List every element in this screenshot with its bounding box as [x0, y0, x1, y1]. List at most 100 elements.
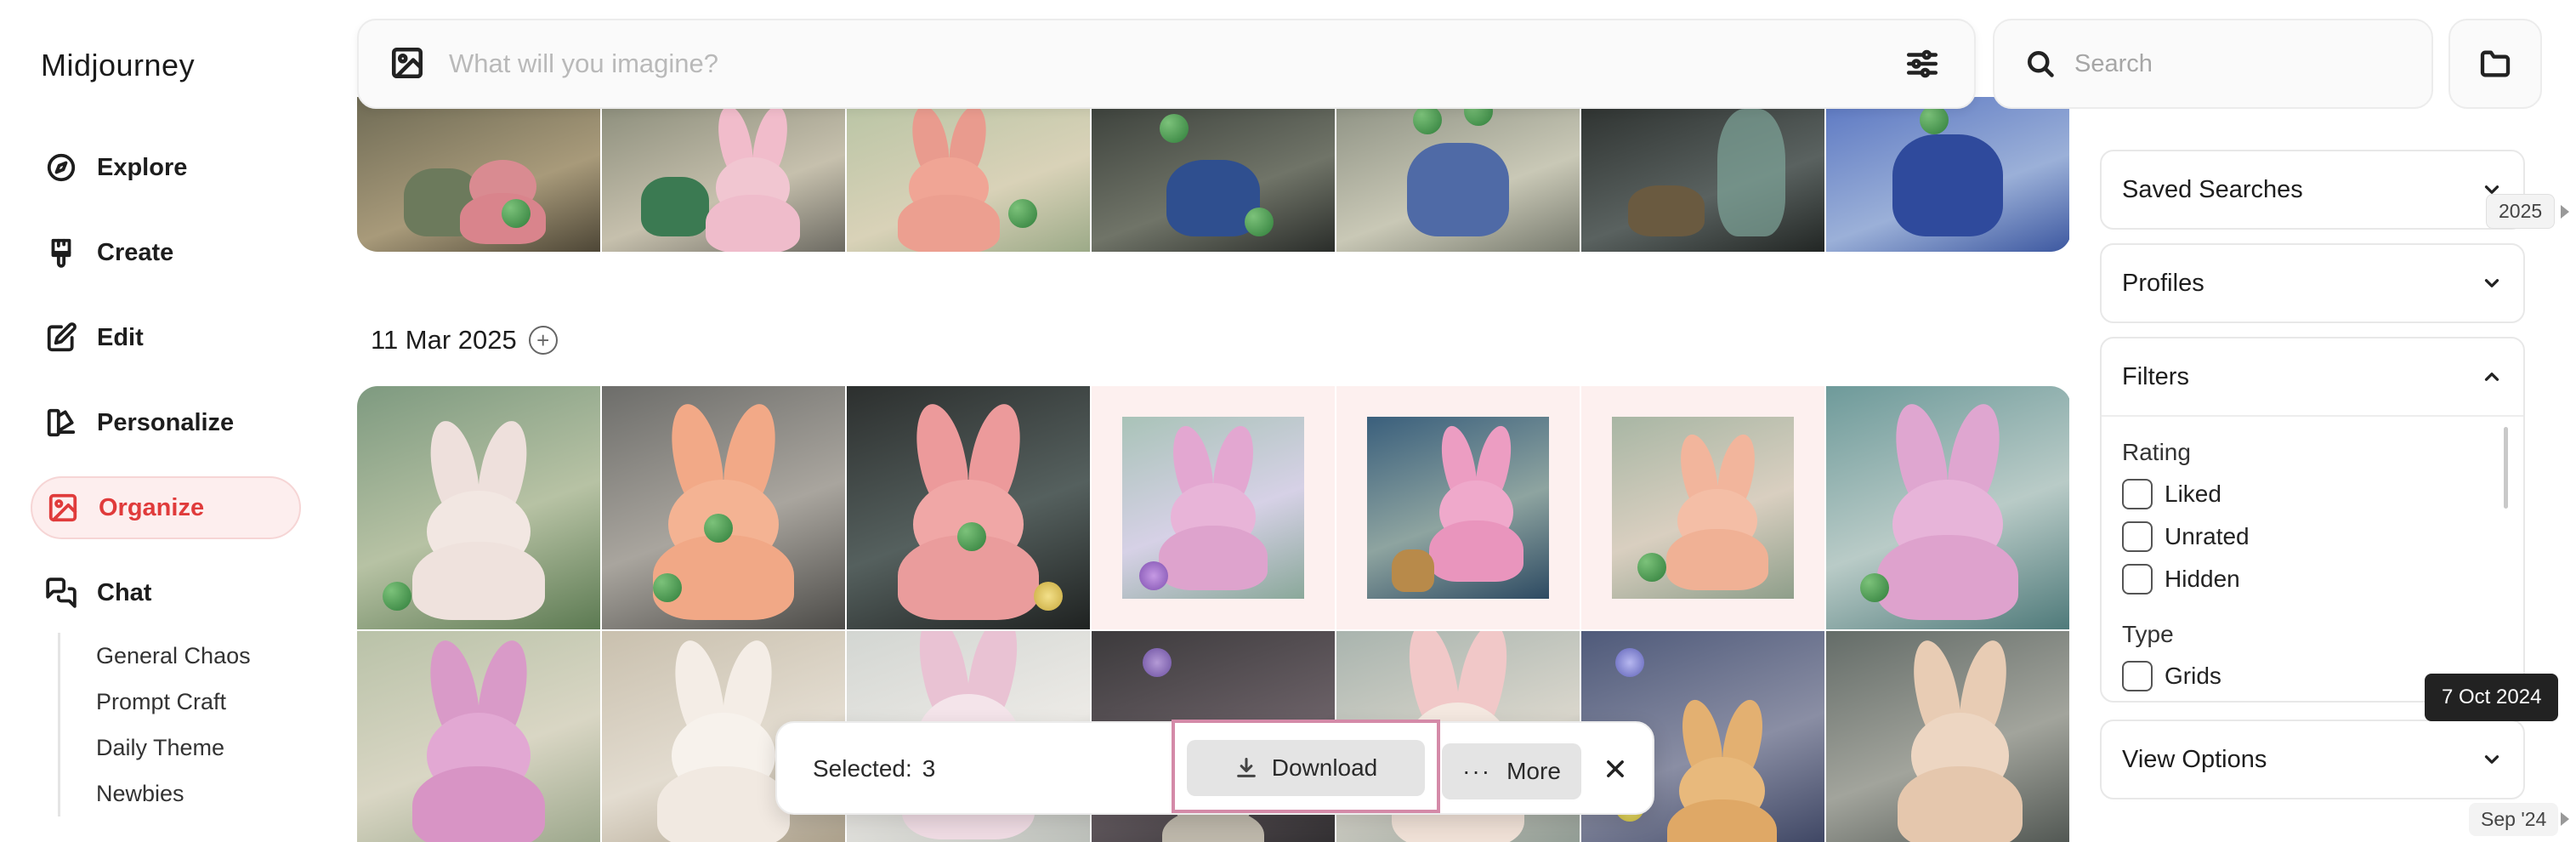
brush-icon [44, 236, 78, 270]
edit-icon [44, 321, 78, 355]
panel-title: Filters [2122, 362, 2189, 390]
image-tile[interactable] [847, 386, 1090, 629]
folder-icon [2480, 50, 2511, 77]
image-grid-row [357, 97, 2071, 252]
image-thumbnail [1122, 417, 1304, 599]
sidebar: Midjourney Explore Create Edit Personali… [0, 0, 340, 842]
folders-button[interactable] [2448, 19, 2542, 109]
selected-number: 3 [922, 755, 936, 782]
more-label: More [1506, 758, 1561, 784]
chevron-up-icon [2484, 373, 2499, 381]
scrollbar-thumb[interactable] [2504, 427, 2508, 509]
ellipsis-icon: ··· [1462, 758, 1492, 784]
image-tile-selected[interactable] [1581, 386, 1824, 629]
add-circle-icon[interactable]: + [528, 326, 558, 355]
image-tile[interactable] [357, 97, 600, 252]
image-tile[interactable] [1826, 97, 2069, 252]
image-tile[interactable] [602, 386, 845, 629]
timeline-hover-date: 7 Oct 2024 [2425, 674, 2559, 721]
image-tile[interactable] [1092, 97, 1335, 252]
search-box [1993, 19, 2433, 109]
filter-group-label: Rating [2122, 439, 2191, 465]
download-highlight: Download [1172, 720, 1440, 813]
date-heading-text: 11 Mar 2025 [371, 325, 517, 355]
image-icon [46, 491, 80, 525]
saved-searches-panel[interactable]: Saved Searches [2100, 150, 2525, 230]
image-tile[interactable] [1336, 97, 1580, 252]
checkbox-label: Liked [2165, 481, 2221, 507]
nav-edit[interactable]: Edit [31, 306, 301, 369]
prompt-input[interactable] [449, 48, 1809, 79]
nav-chat[interactable]: Chat [31, 561, 301, 624]
checkbox[interactable] [2122, 479, 2153, 509]
image-tile[interactable] [1581, 97, 1824, 252]
chevron-down-icon [2484, 279, 2499, 287]
filter-group-label: Type [2122, 621, 2174, 647]
filter-unrated[interactable]: Unrated [2122, 515, 2503, 558]
nav-explore[interactable]: Explore [31, 136, 301, 199]
date-heading: 11 Mar 2025 + [371, 325, 558, 356]
checkbox-label: Hidden [2165, 566, 2240, 592]
timeline-label-bottom[interactable]: Sep '24 [2469, 803, 2559, 836]
filters-panel: Filters Rating Liked Unrated Hidden Type… [2100, 337, 2525, 703]
chat-room-prompt-craft[interactable]: Prompt Craft [96, 679, 251, 725]
selected-label: Selected: [813, 755, 912, 782]
nav-label: Personalize [97, 408, 235, 436]
image-tile[interactable] [1826, 386, 2069, 629]
compass-icon [44, 151, 78, 185]
nav-organize[interactable]: Organize [31, 476, 301, 539]
nav-personalize[interactable]: Personalize [31, 391, 301, 454]
filter-liked[interactable]: Liked [2122, 473, 2503, 515]
nav-create[interactable]: Create [31, 221, 301, 284]
timeline-marker-icon [2561, 205, 2569, 219]
brand-logo[interactable]: Midjourney [41, 48, 195, 83]
timeline-label-top[interactable]: 2025 [2486, 194, 2556, 229]
image-thumbnail [1612, 417, 1794, 599]
image-tile-selected[interactable] [1092, 386, 1335, 629]
nav-label: Create [97, 238, 174, 266]
nav-label: Explore [97, 153, 188, 181]
close-icon [1607, 760, 1624, 777]
image-tile[interactable] [357, 386, 600, 629]
checkbox[interactable] [2122, 521, 2153, 552]
chat-icon [44, 576, 78, 610]
filters-header[interactable]: Filters [2102, 339, 2523, 415]
image-thumbnail [1367, 417, 1549, 599]
nav-label: Organize [99, 493, 205, 521]
more-button[interactable]: ··· More [1442, 743, 1581, 799]
checkbox-label: Unrated [2165, 523, 2250, 549]
profiles-panel[interactable]: Profiles [2100, 243, 2525, 323]
download-label: Download [1271, 754, 1378, 781]
clear-selection-button[interactable] [1598, 752, 1632, 786]
search-input[interactable] [2074, 49, 2414, 78]
chat-rooms: General Chaos Prompt Craft Daily Theme N… [58, 633, 251, 816]
view-options-panel[interactable]: View Options [2100, 720, 2525, 799]
image-upload-icon[interactable] [389, 45, 427, 82]
image-tile[interactable] [1826, 631, 2069, 842]
checkbox[interactable] [2122, 564, 2153, 595]
download-icon [1236, 757, 1256, 777]
selection-bar: Selected: 3 Download ··· More [775, 720, 1654, 815]
checkbox[interactable] [2122, 661, 2153, 691]
image-tile[interactable] [357, 631, 600, 842]
image-tile[interactable] [602, 97, 845, 252]
chevron-down-icon [2484, 755, 2499, 764]
selected-count: Selected: 3 [813, 755, 935, 782]
chat-room-daily-theme[interactable]: Daily Theme [96, 725, 251, 771]
panel-title: View Options [2122, 745, 2267, 773]
nav-label: Edit [97, 323, 144, 351]
download-button[interactable]: Download [1187, 740, 1425, 796]
image-tile[interactable] [847, 97, 1090, 252]
image-tile-selected[interactable] [1336, 386, 1580, 629]
panel-title: Profiles [2122, 269, 2204, 297]
personalize-icon [44, 406, 78, 440]
panel-title: Saved Searches [2122, 175, 2303, 203]
filters-body: Rating Liked Unrated Hidden Type Grids [2102, 415, 2523, 701]
image-grid-row [357, 386, 2071, 629]
search-icon [2028, 51, 2054, 77]
chat-room-newbies[interactable]: Newbies [96, 771, 251, 816]
filter-hidden[interactable]: Hidden [2122, 558, 2503, 600]
prompt-bar [357, 19, 1976, 109]
chat-room-general-chaos[interactable]: General Chaos [96, 633, 251, 679]
settings-sliders-icon[interactable] [1904, 46, 1942, 83]
